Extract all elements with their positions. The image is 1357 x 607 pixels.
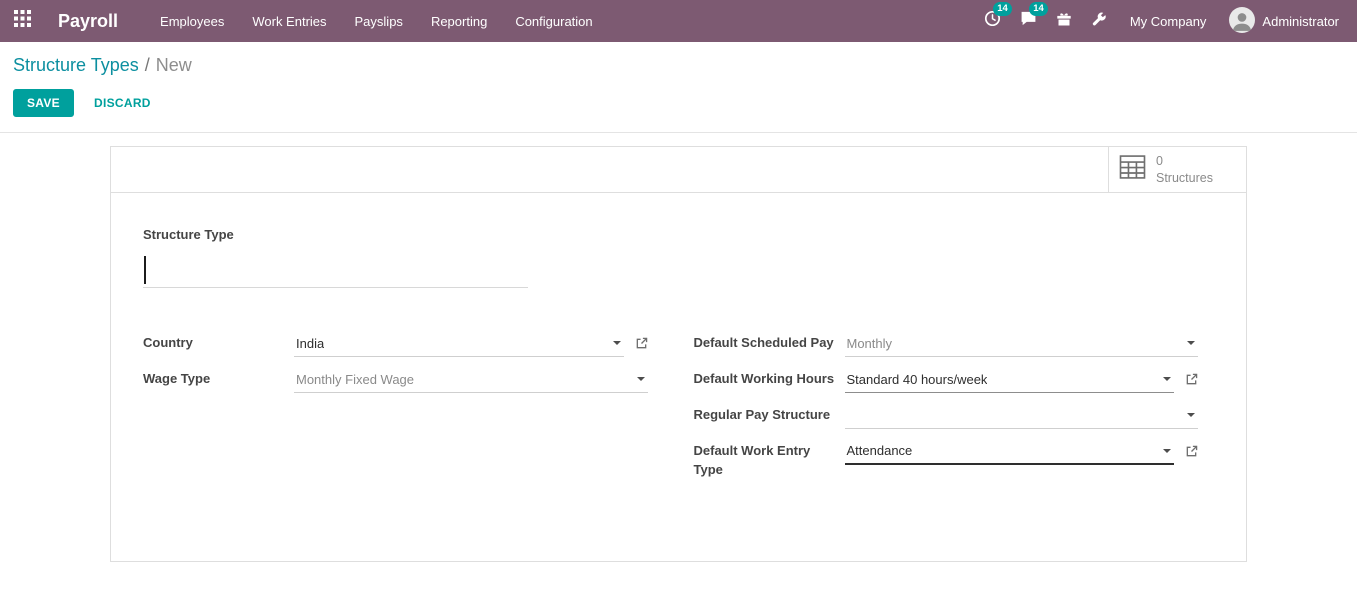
text-cursor bbox=[144, 256, 146, 284]
default-scheduled-pay-select[interactable]: Monthly bbox=[844, 330, 1198, 357]
control-panel: Structure Types / New SAVE DISCARD bbox=[0, 42, 1357, 133]
nav-item-configuration[interactable]: Configuration bbox=[501, 0, 606, 42]
form-sheet: 0 Structures Structure Type Country Indi… bbox=[110, 146, 1247, 562]
form-column-right: Default Scheduled Pay Monthly Default Wo… bbox=[693, 330, 1199, 489]
app-main-menu: Employees Work Entries Payslips Reportin… bbox=[146, 0, 607, 42]
user-avatar bbox=[1229, 6, 1256, 36]
form-column-left: Country India Wage Type Monthly Fixed Wa… bbox=[143, 330, 648, 402]
form-field-grid: Country India Wage Type Monthly Fixed Wa… bbox=[143, 330, 1198, 489]
debug-tools-button[interactable] bbox=[1091, 11, 1107, 32]
structure-type-label: Structure Type bbox=[143, 227, 234, 242]
apps-menu-button[interactable] bbox=[0, 0, 44, 42]
wage-type-control: Monthly Fixed Wage bbox=[294, 366, 648, 393]
default-working-hours-input[interactable]: Standard 40 hours/week bbox=[844, 366, 1174, 393]
dropdown-caret-icon[interactable] bbox=[612, 341, 621, 345]
control-panel-buttons: SAVE DISCARD bbox=[13, 89, 1344, 132]
activity-count-badge: 14 bbox=[993, 2, 1012, 16]
user-name: Administrator bbox=[1262, 13, 1339, 29]
country-control: India bbox=[294, 330, 648, 357]
nav-item-payslips[interactable]: Payslips bbox=[341, 0, 417, 42]
default-work-entry-type-value: Attendance bbox=[846, 443, 913, 458]
messages-menu-button[interactable]: 14 bbox=[1020, 2, 1048, 32]
discard-button[interactable]: DISCARD bbox=[94, 96, 151, 110]
breadcrumb-separator: / bbox=[144, 55, 150, 75]
wage-type-select[interactable]: Monthly Fixed Wage bbox=[294, 366, 648, 393]
stat-button-text: 0 Structures bbox=[1156, 153, 1213, 186]
gift-icon bbox=[1056, 11, 1072, 32]
top-navbar: Payroll Employees Work Entries Payslips … bbox=[0, 0, 1357, 42]
country-external-link-icon[interactable] bbox=[635, 330, 648, 350]
message-count-badge: 14 bbox=[1029, 2, 1048, 16]
sheet-body: Structure Type Country India Wage Type M… bbox=[111, 193, 1246, 561]
default-work-entry-type-label: Default Work Entry Type bbox=[693, 443, 811, 477]
field-row-default-working-hours: Default Working Hours Standard 40 hours/… bbox=[694, 366, 1199, 393]
structures-stat-button[interactable]: 0 Structures bbox=[1108, 147, 1246, 192]
structure-type-input[interactable] bbox=[143, 253, 528, 288]
breadcrumb: Structure Types / New bbox=[13, 55, 1344, 76]
default-scheduled-pay-control: Monthly bbox=[844, 330, 1198, 357]
nav-item-reporting[interactable]: Reporting bbox=[417, 0, 501, 42]
user-menu[interactable]: Administrator bbox=[1229, 6, 1339, 36]
default-working-hours-label: Default Working Hours bbox=[693, 371, 835, 386]
nav-item-employees[interactable]: Employees bbox=[146, 0, 238, 42]
wrench-icon bbox=[1091, 11, 1107, 32]
default-scheduled-pay-label: Default Scheduled Pay bbox=[693, 335, 834, 350]
nav-item-work-entries[interactable]: Work Entries bbox=[238, 0, 340, 42]
default-work-entry-type-external-link-icon[interactable] bbox=[1185, 438, 1198, 458]
dropdown-caret-icon[interactable] bbox=[1187, 341, 1195, 345]
dropdown-caret-icon[interactable] bbox=[1163, 377, 1171, 381]
default-scheduled-pay-value: Monthly bbox=[846, 335, 893, 351]
sheet-header: 0 Structures bbox=[111, 147, 1246, 193]
default-work-entry-type-input[interactable]: Attendance bbox=[844, 438, 1174, 465]
save-button[interactable]: SAVE bbox=[13, 89, 74, 117]
breadcrumb-structure-types-link[interactable]: Structure Types bbox=[13, 55, 139, 75]
country-value: India bbox=[296, 335, 325, 351]
apps-grid-icon bbox=[13, 10, 31, 32]
wage-type-value: Monthly Fixed Wage bbox=[296, 371, 415, 387]
breadcrumb-current: New bbox=[155, 55, 192, 75]
dropdown-caret-icon[interactable] bbox=[1187, 413, 1195, 417]
structures-table-icon bbox=[1119, 155, 1146, 184]
field-row-default-scheduled-pay: Default Scheduled Pay Monthly bbox=[693, 330, 1198, 357]
field-row-wage-type: Wage Type Monthly Fixed Wage bbox=[143, 366, 648, 393]
default-working-hours-external-link-icon[interactable] bbox=[1185, 366, 1198, 386]
company-menu[interactable]: My Company bbox=[1130, 14, 1207, 29]
country-label: Country bbox=[143, 335, 193, 350]
systray: 14 14 My Company Administrator bbox=[984, 2, 1345, 36]
app-brand-title[interactable]: Payroll bbox=[58, 11, 118, 32]
default-working-hours-value: Standard 40 hours/week bbox=[846, 371, 988, 387]
field-row-default-work-entry-type: Default Work Entry Type Attendance bbox=[694, 438, 1199, 480]
structures-count: 0 bbox=[1156, 154, 1163, 169]
rewards-button[interactable] bbox=[1056, 11, 1072, 32]
regular-pay-structure-control bbox=[844, 402, 1198, 429]
dropdown-caret-icon[interactable] bbox=[1163, 448, 1171, 453]
regular-pay-structure-input[interactable] bbox=[844, 402, 1198, 429]
default-work-entry-type-control: Attendance bbox=[844, 438, 1199, 465]
activities-menu-button[interactable]: 14 bbox=[984, 2, 1012, 32]
structures-label: Structures bbox=[1156, 170, 1213, 185]
content-area: 0 Structures Structure Type Country Indi… bbox=[0, 133, 1357, 607]
field-row-regular-pay-structure: Regular Pay Structure bbox=[693, 402, 1198, 429]
default-working-hours-control: Standard 40 hours/week bbox=[844, 366, 1199, 393]
wage-type-label: Wage Type bbox=[143, 371, 211, 386]
field-row-country: Country India bbox=[143, 330, 648, 357]
dropdown-caret-icon[interactable] bbox=[636, 377, 645, 381]
country-input[interactable]: India bbox=[294, 330, 624, 357]
regular-pay-structure-label: Regular Pay Structure bbox=[693, 407, 831, 422]
